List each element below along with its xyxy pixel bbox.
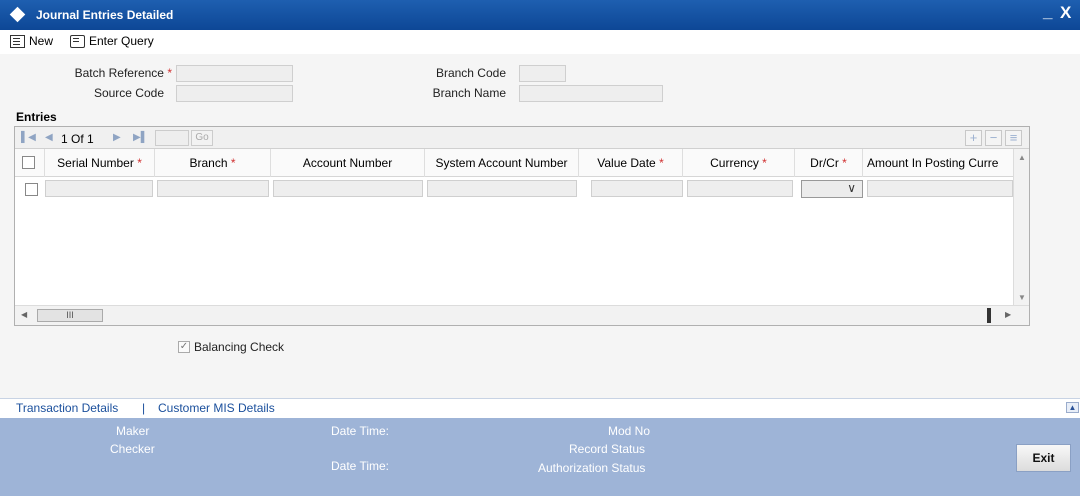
list-view-icon: ≡ [1009, 130, 1018, 145]
chevron-down-icon: ∨ [847, 181, 856, 195]
audit-footer: Maker Checker Date Time: Date Time: Mod … [0, 418, 1080, 496]
page-indicator: 1 Of 1 [61, 132, 94, 146]
currency-field[interactable] [687, 180, 793, 197]
entries-grid: ▌◀ ◀ 1 Of 1 ▶ ▶▌ Go + − ≡ Serial Number … [14, 126, 1030, 326]
go-button[interactable]: Go [191, 130, 213, 146]
last-page-icon[interactable]: ▶▌ [133, 132, 148, 143]
branch-name-label: Branch Name [432, 86, 506, 100]
minus-icon: − [989, 130, 998, 145]
page-number-input[interactable] [155, 130, 189, 146]
header-dr-cr[interactable]: Dr/Cr * [795, 149, 863, 177]
value-date-field[interactable] [591, 180, 683, 197]
scroll-up-icon[interactable]: ▲ [1018, 153, 1026, 162]
balancing-check-checkbox[interactable]: ✓ [178, 341, 190, 353]
source-code-field[interactable] [176, 85, 293, 102]
header-amount-posting-currency[interactable]: Amount In Posting Curre [863, 149, 1013, 177]
single-view-button[interactable]: ≡ [1005, 130, 1022, 146]
authorization-status-label: Authorization Status [538, 461, 646, 475]
header-value-date[interactable]: Value Date * [579, 149, 683, 177]
header-branch[interactable]: Branch * [155, 149, 271, 177]
select-all-cell [15, 149, 45, 177]
grid-navigation-bar: ▌◀ ◀ 1 Of 1 ▶ ▶▌ Go + − ≡ [15, 127, 1029, 149]
add-row-button[interactable]: + [965, 130, 982, 146]
toolbar: New Enter Query [0, 30, 1080, 54]
sub-screen-links-bar: Transaction Details | Customer MIS Detai… [0, 398, 1080, 418]
new-button-label: New [29, 34, 54, 48]
header-system-account-number[interactable]: System Account Number [425, 149, 579, 177]
maker-date-time-label: Date Time: [331, 424, 390, 438]
system-account-number-field[interactable] [427, 180, 577, 197]
checker-date-time-label: Date Time: [331, 459, 390, 473]
new-document-icon [10, 34, 25, 48]
branch-field[interactable] [157, 180, 269, 197]
previous-page-icon[interactable]: ◀ [45, 132, 53, 143]
serial-number-field[interactable] [45, 180, 153, 197]
branch-name-field[interactable] [519, 85, 663, 102]
horizontal-scroll-thumb[interactable]: III [37, 309, 103, 322]
query-icon [70, 34, 85, 48]
grid-header-row: Serial Number * Branch * Account Number … [15, 149, 1013, 177]
header-serial-number[interactable]: Serial Number * [45, 149, 155, 177]
transaction-details-link[interactable]: Transaction Details [16, 401, 118, 415]
customer-mis-details-link[interactable]: Customer MIS Details [158, 401, 275, 415]
close-button[interactable]: X [1060, 3, 1071, 23]
account-number-field[interactable] [273, 180, 423, 197]
balancing-check-label: Balancing Check [194, 340, 285, 354]
scroll-left-icon[interactable]: ◀ [21, 310, 27, 319]
delete-row-button[interactable]: − [985, 130, 1002, 146]
branch-code-field[interactable] [519, 65, 566, 82]
scroll-right-icon[interactable]: ▶ [1005, 310, 1011, 319]
next-page-icon[interactable]: ▶ [113, 132, 121, 143]
plus-icon: + [969, 130, 978, 145]
enter-query-button-label: Enter Query [89, 34, 154, 48]
branch-code-label: Branch Code [435, 66, 506, 80]
balancing-check[interactable]: ✓ Balancing Check [178, 340, 284, 354]
amount-posting-currency-field[interactable] [867, 180, 1013, 197]
maker-label: Maker [116, 424, 150, 438]
table-row: ∨ [15, 177, 1013, 199]
scroll-position-marker [987, 308, 991, 323]
window-title: Journal Entries Detailed [36, 8, 174, 22]
enter-query-button[interactable]: Enter Query [70, 34, 154, 48]
horizontal-scrollbar[interactable]: ◀ III ▶ [15, 305, 1029, 325]
dr-cr-select[interactable]: ∨ [801, 180, 863, 198]
source-code-label: Source Code [93, 86, 164, 100]
entries-section-title: Entries [16, 110, 57, 124]
mod-no-label: Mod No [608, 424, 651, 438]
checker-label: Checker [110, 442, 155, 456]
exit-button[interactable]: Exit [1016, 444, 1071, 472]
main-content: Batch Reference * Source Code Branch Cod… [0, 54, 1080, 398]
vertical-scrollbar[interactable]: ▲ ▼ [1013, 149, 1029, 305]
batch-reference-label: Batch Reference * [74, 66, 172, 80]
collapse-up-icon[interactable]: ▲ [1066, 402, 1079, 413]
title-bar: Journal Entries Detailed _ X [0, 0, 1080, 30]
new-button[interactable]: New [10, 34, 53, 48]
app-diamond-icon [9, 6, 26, 23]
links-separator: | [142, 401, 146, 415]
row-select-checkbox[interactable] [25, 183, 38, 196]
batch-reference-field[interactable] [176, 65, 293, 82]
record-status-label: Record Status [569, 442, 646, 456]
scroll-down-icon[interactable]: ▼ [1018, 293, 1026, 302]
first-page-icon[interactable]: ▌◀ [21, 132, 36, 143]
header-account-number[interactable]: Account Number [271, 149, 425, 177]
select-all-checkbox[interactable] [22, 156, 35, 169]
minimize-button[interactable]: _ [1043, 2, 1052, 22]
header-currency[interactable]: Currency * [683, 149, 795, 177]
